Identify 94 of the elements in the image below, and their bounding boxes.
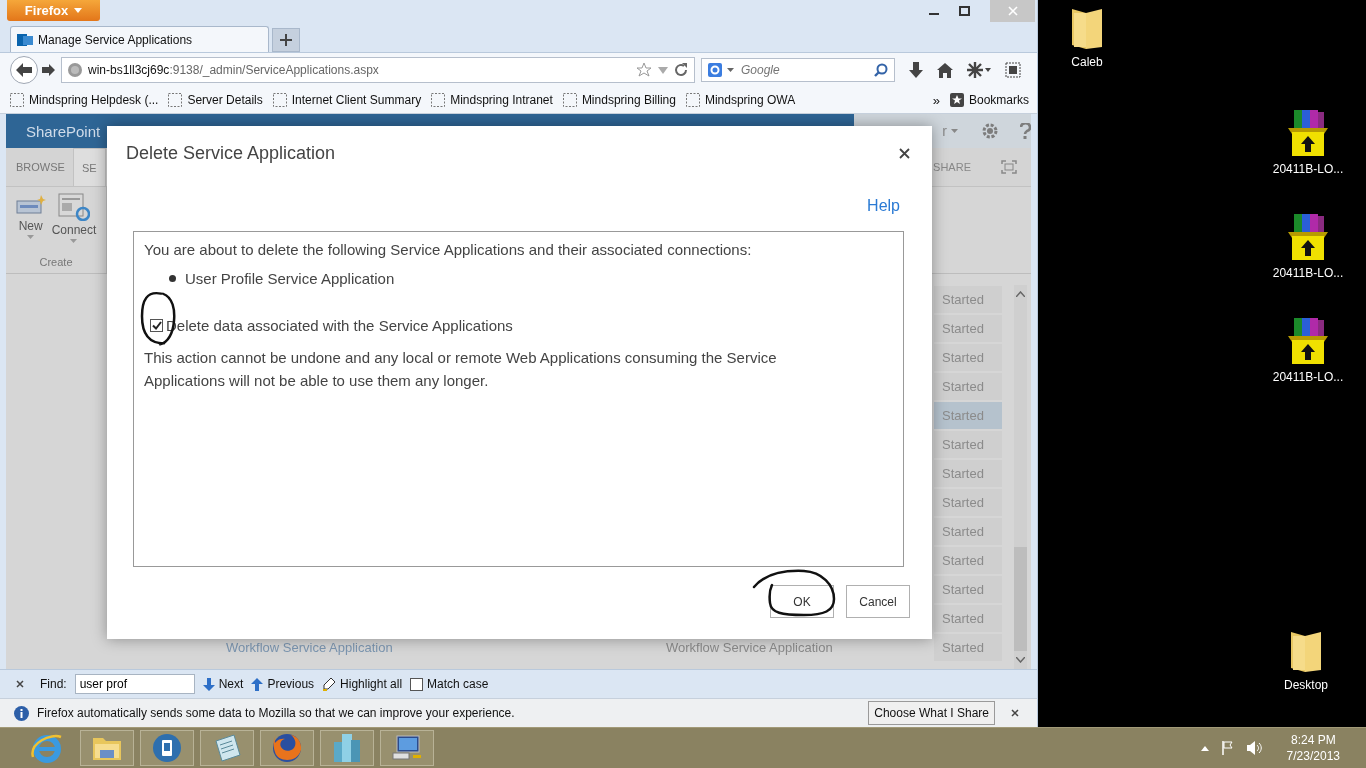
highlight-all-button[interactable]: Highlight all [322, 677, 403, 691]
down-arrow-icon [202, 677, 215, 691]
caret-icon [70, 239, 78, 243]
search-icon[interactable] [874, 63, 888, 77]
home-icon[interactable] [937, 62, 953, 78]
close-icon[interactable] [16, 680, 24, 688]
clock[interactable]: 8:24 PM 7/23/2013 [1286, 732, 1340, 764]
desktop-icon[interactable]: 20411B-LO... [1268, 316, 1348, 384]
show-hidden-icons-icon[interactable] [1200, 745, 1209, 751]
checkbox-label[interactable]: Match case [427, 677, 489, 691]
overflow-chevron[interactable]: » [932, 92, 940, 108]
maximize-icon[interactable] [959, 6, 970, 16]
device-icon [152, 733, 182, 763]
caret-icon [74, 8, 83, 13]
bookmark-item[interactable]: Mindspring Intranet [431, 93, 553, 107]
taskbar-firefox-button[interactable] [260, 730, 314, 766]
scrollbar[interactable] [1014, 285, 1027, 669]
caret-icon [951, 129, 958, 133]
download-icon[interactable] [909, 62, 923, 78]
cancel-button[interactable]: Cancel [846, 585, 910, 618]
highlighter-icon [322, 677, 337, 691]
buildings-icon [332, 732, 362, 764]
browser-tab[interactable]: Manage Service Applications [10, 26, 269, 52]
intro-text: You are about to delete the following Service Applications and their associated connections: [144, 240, 753, 260]
brand-name[interactable]: SharePoint [26, 122, 101, 140]
desktop-icon[interactable]: 20411B-LO... [1268, 108, 1348, 176]
close-icon[interactable] [899, 148, 910, 159]
list-item: User Profile Service Application [185, 270, 395, 287]
notepad-icon [212, 733, 242, 763]
caret-icon [27, 235, 35, 239]
bookmark-item[interactable]: Mindspring Billing [562, 93, 676, 107]
scroll-down-icon[interactable] [1016, 657, 1025, 663]
previous-button[interactable]: Previous [251, 677, 315, 691]
help-link[interactable]: Help [867, 197, 900, 215]
bookmark-item[interactable]: Internet Client Summary [272, 93, 422, 107]
globe-icon [68, 63, 82, 77]
gear-menu-icon[interactable] [967, 62, 991, 78]
checkbox[interactable] [150, 319, 163, 332]
page-icon [272, 93, 287, 107]
find-label: Find: [40, 677, 67, 691]
ribbon-group-label: Create [39, 256, 73, 270]
connect-icon [58, 193, 90, 221]
page-icon [168, 93, 183, 107]
reload-icon[interactable] [674, 63, 688, 77]
page-icon [685, 93, 700, 107]
dialog-title: Delete Service Application [126, 143, 336, 164]
url-text: win-bs1ll3cj69c:9138/_admin/ServiceApplications.aspx [88, 63, 380, 77]
connect-button[interactable]: Connect [51, 193, 97, 256]
table-cell: Workflow Service Application [666, 640, 833, 655]
new-button[interactable]: New [15, 193, 46, 256]
page-icon [10, 93, 24, 107]
taskbar-app-button[interactable] [140, 730, 194, 766]
search-bar[interactable]: Google [701, 58, 895, 82]
bullet-icon [169, 275, 176, 282]
settings-icon[interactable] [982, 123, 998, 139]
find-field[interactable]: user prof [74, 674, 195, 694]
close-icon[interactable] [1011, 709, 1019, 717]
ie-logo-icon [31, 733, 63, 763]
addon-icon[interactable] [1005, 62, 1021, 78]
up-arrow-icon [251, 677, 264, 691]
next-button[interactable]: Next [202, 677, 244, 691]
back-button[interactable] [10, 56, 38, 84]
forward-arrow-icon[interactable] [42, 64, 55, 76]
bookmark-item[interactable]: Mindspring Helpdesk (... [10, 93, 159, 107]
star-icon[interactable] [636, 62, 652, 78]
plus-icon [280, 34, 292, 46]
computer-icon [391, 733, 423, 763]
close-icon [1007, 6, 1018, 16]
new-app-icon [15, 193, 46, 217]
choose-share-button[interactable]: Choose What I Share [868, 701, 995, 725]
bookmark-item[interactable]: Server Details [168, 93, 263, 107]
caret-icon [727, 68, 734, 72]
help-icon[interactable] [1020, 123, 1031, 139]
back-arrow-icon [16, 63, 32, 77]
page-icon [562, 93, 577, 107]
taskbar-notepad-button[interactable] [200, 730, 254, 766]
checkbox[interactable] [410, 677, 424, 691]
speaker-icon[interactable] [1246, 741, 1263, 755]
desktop-icon[interactable]: Caleb [1047, 5, 1127, 69]
new-tab-button[interactable] [272, 28, 300, 52]
bookmarks-menu[interactable]: Bookmarks [949, 93, 1029, 107]
page-icon [431, 93, 446, 107]
warning-text: This action cannot be undone and any local or remote Web Applications consuming the Service Applications will not be able to use them any longer. [144, 348, 778, 391]
star-icon [949, 93, 964, 107]
scroll-up-icon[interactable] [1016, 291, 1025, 297]
info-icon [14, 705, 29, 721]
desktop-icon[interactable]: Desktop [1266, 628, 1346, 692]
notification-text: Firefox automatically sends some data to Mozilla so that we can improve your experience. [37, 706, 515, 720]
desktop-icon[interactable]: 20411B-LO... [1268, 212, 1348, 280]
firefox-logo-icon [271, 732, 303, 764]
flag-icon[interactable] [1220, 741, 1235, 755]
bookmark-item[interactable]: Mindspring OWA [685, 93, 796, 107]
address-bar[interactable]: win-bs1ll3cj69c:9138/_admin/ServiceApplications.aspx [61, 57, 695, 83]
taskbar-computer-button[interactable] [380, 730, 434, 766]
